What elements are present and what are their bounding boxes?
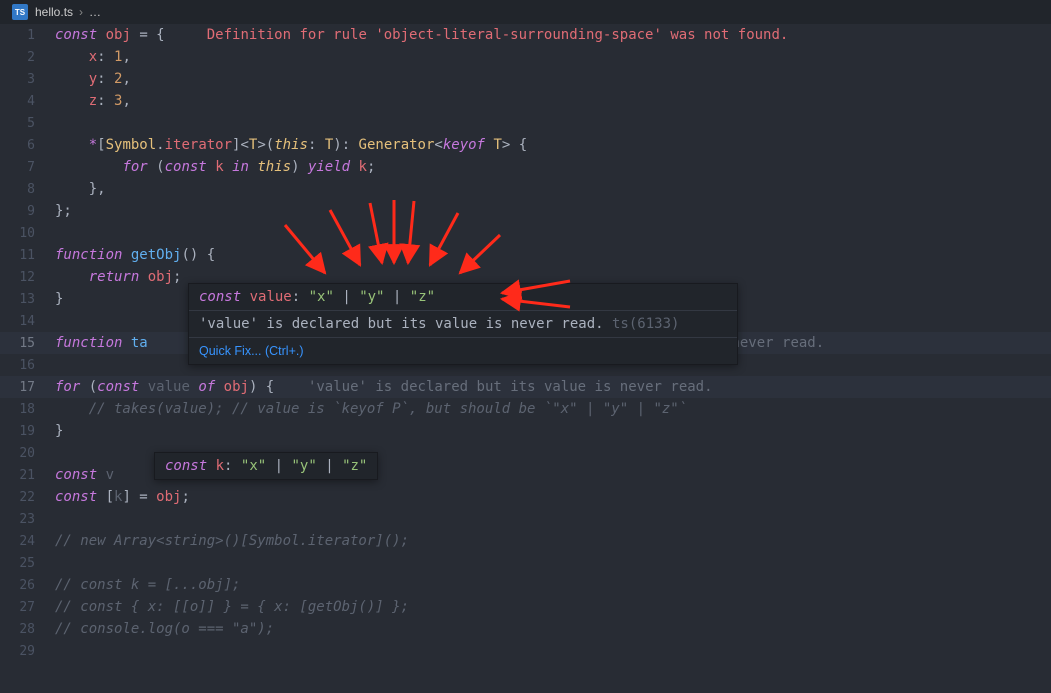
line-number: 28 [0, 622, 55, 637]
line-number: 22 [0, 490, 55, 505]
line-number: 17 [0, 380, 55, 395]
breadcrumb-bar[interactable]: TS hello.ts › … [0, 0, 1051, 24]
line-number: 12 [0, 270, 55, 285]
line-number: 16 [0, 358, 55, 373]
line-number: 3 [0, 72, 55, 87]
line-number: 8 [0, 182, 55, 197]
line-number: 11 [0, 248, 55, 263]
line-number: 21 [0, 468, 55, 483]
line-number: 26 [0, 578, 55, 593]
token-keyword: const [55, 27, 97, 43]
line-number: 24 [0, 534, 55, 549]
line-number: 15 [0, 336, 55, 351]
line-number: 18 [0, 402, 55, 417]
hover-diagnostic: 'value' is declared but its value is nev… [189, 310, 737, 337]
line-number: 4 [0, 94, 55, 109]
line-number: 27 [0, 600, 55, 615]
token-identifier: obj [106, 27, 131, 43]
line-number: 19 [0, 424, 55, 439]
breadcrumb-ellipsis[interactable]: … [89, 5, 101, 19]
line-number: 13 [0, 292, 55, 307]
breadcrumb-filename[interactable]: hello.ts [35, 5, 73, 19]
line-number: 29 [0, 644, 55, 659]
unused-identifier: value [148, 379, 190, 395]
line-number: 7 [0, 160, 55, 175]
quick-fix-link[interactable]: Quick Fix... (Ctrl+.) [189, 337, 737, 364]
line-number: 2 [0, 50, 55, 65]
line-number: 23 [0, 512, 55, 527]
line-number: 25 [0, 556, 55, 571]
line-number: 1 [0, 28, 55, 43]
hover-signature: const k: "x" | "y" | "z" [155, 453, 377, 479]
ts-file-icon: TS [12, 4, 28, 20]
line-number: 9 [0, 204, 55, 219]
hover-tooltip[interactable]: const value: "x" | "y" | "z" 'value' is … [188, 283, 738, 365]
line-number: 10 [0, 226, 55, 241]
line-number: 14 [0, 314, 55, 329]
hover-signature: const value: "x" | "y" | "z" [189, 284, 737, 310]
hover-tooltip[interactable]: const k: "x" | "y" | "z" [154, 452, 378, 480]
chevron-right-icon: › [79, 5, 83, 19]
line-number: 20 [0, 446, 55, 461]
line-number: 5 [0, 116, 55, 131]
lint-error-inline: Definition for rule 'object-literal-surr… [165, 27, 789, 43]
line-number: 6 [0, 138, 55, 153]
lint-hint-inline: 'value' is declared but its value is nev… [274, 379, 712, 395]
